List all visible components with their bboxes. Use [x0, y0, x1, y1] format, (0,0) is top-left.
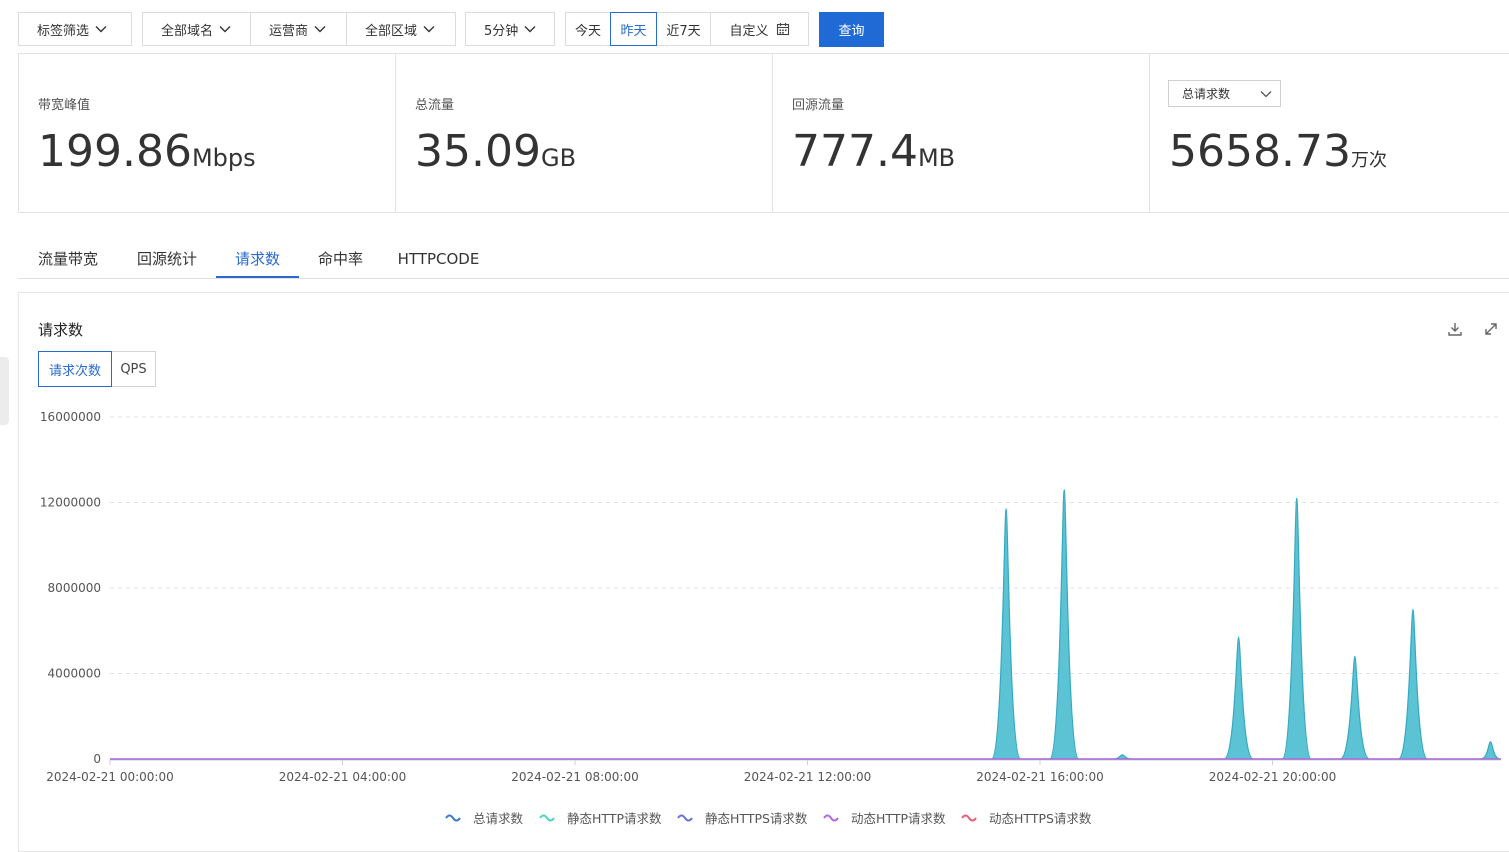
request-count-button[interactable]: 请求次数 — [38, 351, 112, 387]
legend-swatch — [539, 814, 555, 822]
legend-swatch — [677, 814, 693, 822]
legend-item-label: 动态HTTP请求数 — [851, 811, 946, 826]
series-area-total-requests — [110, 489, 1501, 760]
legend-swatch — [961, 814, 977, 822]
requests-area-chart: 0 4000000 8000000 12000000 16000000 2024-02-2… — [40, 410, 1501, 826]
legend-swatch — [445, 814, 461, 822]
x-tick-label: 2024-02-21 00:00:00 — [46, 770, 173, 784]
date-yesterday-button[interactable]: 昨天 — [610, 12, 657, 46]
x-tick-label: 2024-02-21 20:00:00 — [1209, 770, 1336, 784]
x-tick-label: 2024-02-21 04:00:00 — [279, 770, 406, 784]
y-tick-label: 0 — [93, 752, 101, 766]
y-tick-label: 16000000 — [40, 410, 101, 424]
legend-item-label: 总请求数 — [473, 811, 524, 826]
legend-item-label: 静态HTTP请求数 — [567, 811, 662, 826]
x-tick-label: 2024-02-21 12:00:00 — [744, 770, 871, 784]
legend-swatch — [823, 814, 839, 822]
legend-item-label: 静态HTTPS请求数 — [705, 811, 808, 826]
x-tick-label: 2024-02-21 16:00:00 — [976, 770, 1103, 784]
y-tick-label: 4000000 — [48, 667, 101, 681]
y-tick-label: 8000000 — [48, 581, 101, 595]
legend-item-label: 动态HTTPS请求数 — [989, 811, 1092, 826]
x-tick-label: 2024-02-21 08:00:00 — [511, 770, 638, 784]
y-tick-label: 12000000 — [40, 496, 101, 510]
